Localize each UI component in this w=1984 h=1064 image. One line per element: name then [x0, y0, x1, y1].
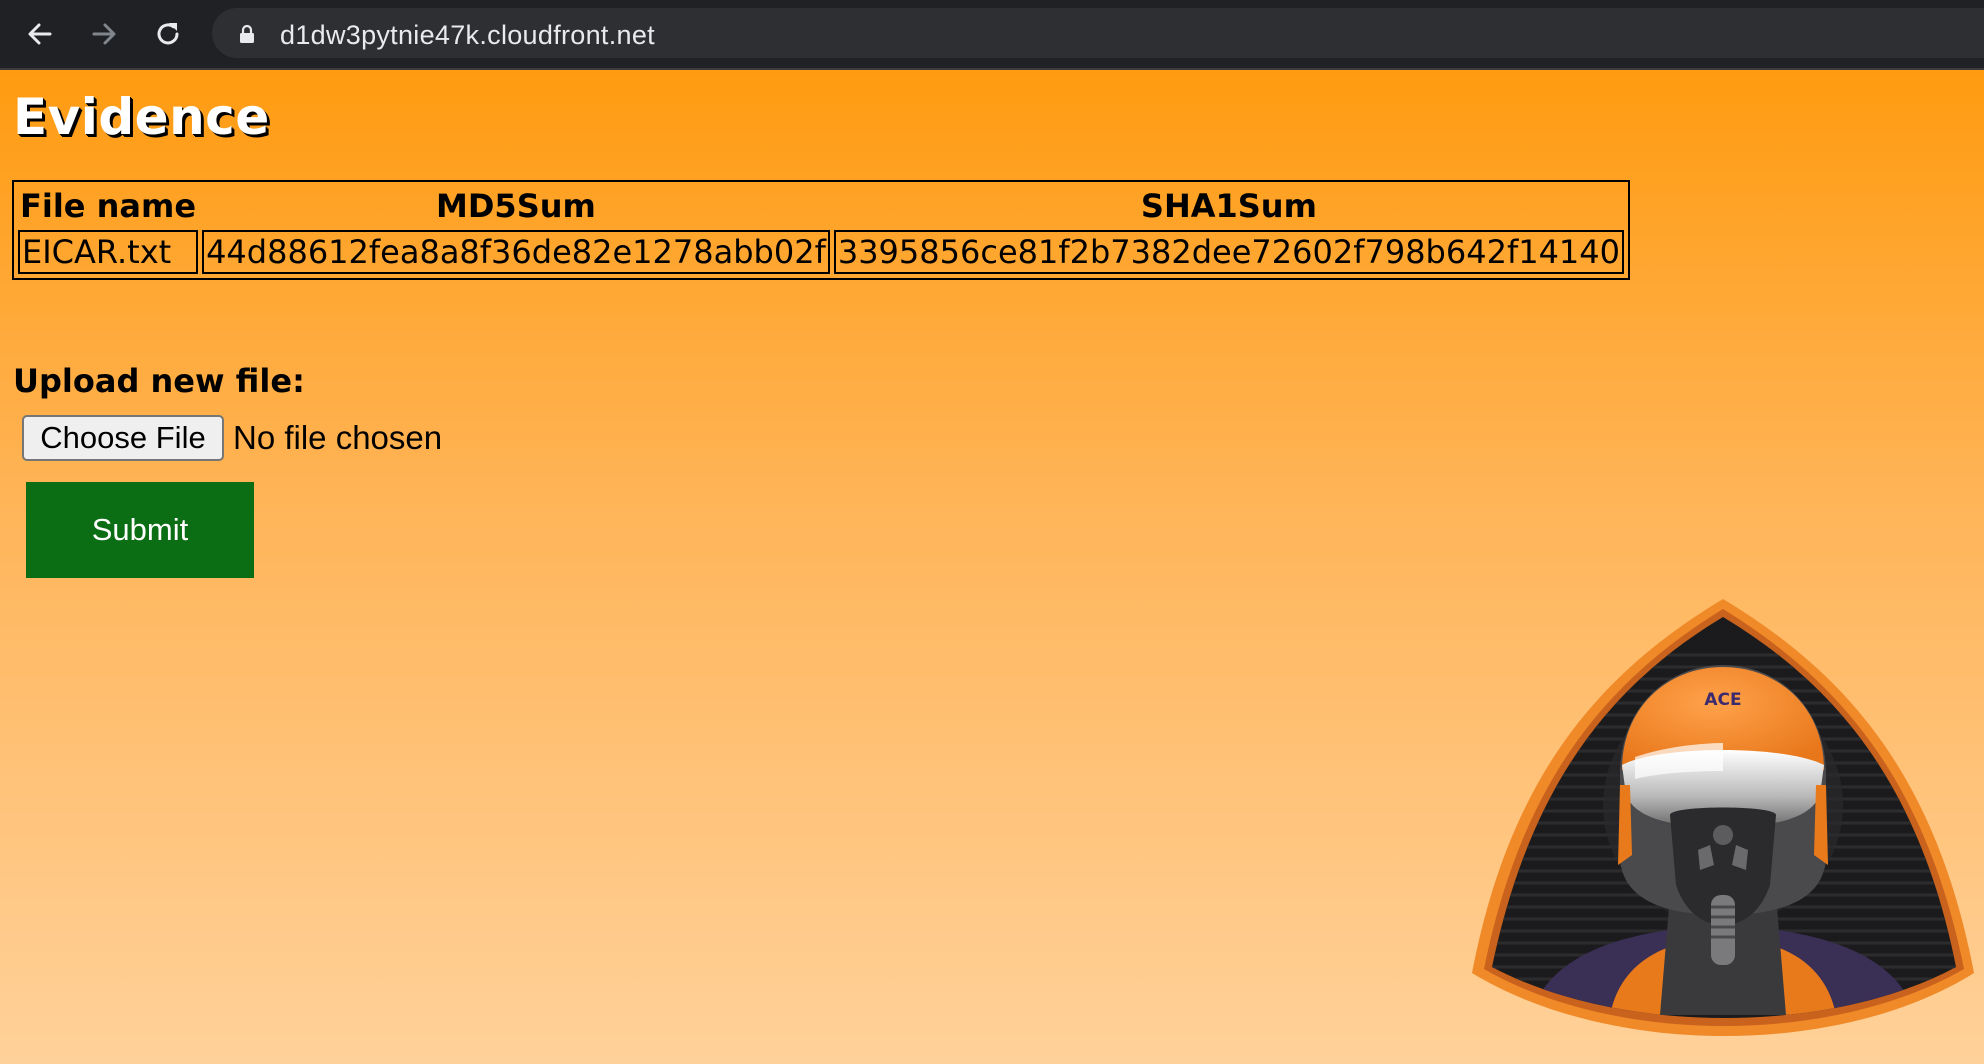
page-title: Evidence	[13, 88, 270, 146]
upload-label: Upload new file:	[13, 362, 305, 400]
column-header-sha1: SHA1Sum	[1140, 187, 1317, 225]
file-input[interactable]: Choose File No file chosen	[22, 414, 442, 462]
browser-toolbar: d1dw3pytnie47k.cloudfront.net	[0, 0, 1984, 70]
page-content: Evidence File name MD5Sum SHA1Sum EICAR.…	[0, 70, 1984, 1064]
cell-sha1: 3395856ce81f2b7382dee72602f798b642f14140	[833, 230, 1624, 274]
back-button[interactable]	[20, 14, 60, 54]
helmet-text: ACE	[1704, 690, 1741, 710]
address-bar[interactable]: d1dw3pytnie47k.cloudfront.net	[212, 8, 1984, 58]
table-row: EICAR.txt 44d88612fea8a8f36de82e1278abb0…	[18, 230, 1624, 274]
arrow-left-icon	[28, 23, 52, 45]
submit-button[interactable]: Submit	[26, 482, 254, 578]
reload-button[interactable]	[148, 14, 188, 54]
arrow-right-icon	[92, 23, 116, 45]
forward-button[interactable]	[84, 14, 124, 54]
lock-icon	[240, 24, 254, 43]
column-header-md5: MD5Sum	[436, 187, 596, 225]
table-header-row: File name MD5Sum SHA1Sum	[18, 186, 1624, 226]
cell-md5: 44d88612fea8a8f36de82e1278abb02f	[202, 230, 830, 274]
choose-file-button[interactable]: Choose File	[22, 415, 224, 461]
cell-file-name: EICAR.txt	[18, 230, 199, 274]
ace-pilot-logo: ACE	[1472, 599, 1974, 1036]
reload-icon	[157, 23, 179, 45]
evidence-table: File name MD5Sum SHA1Sum EICAR.txt 44d88…	[12, 180, 1630, 280]
column-header-file-name: File name	[20, 187, 197, 225]
file-status-text: No file chosen	[233, 419, 443, 456]
url-text: d1dw3pytnie47k.cloudfront.net	[280, 20, 655, 50]
